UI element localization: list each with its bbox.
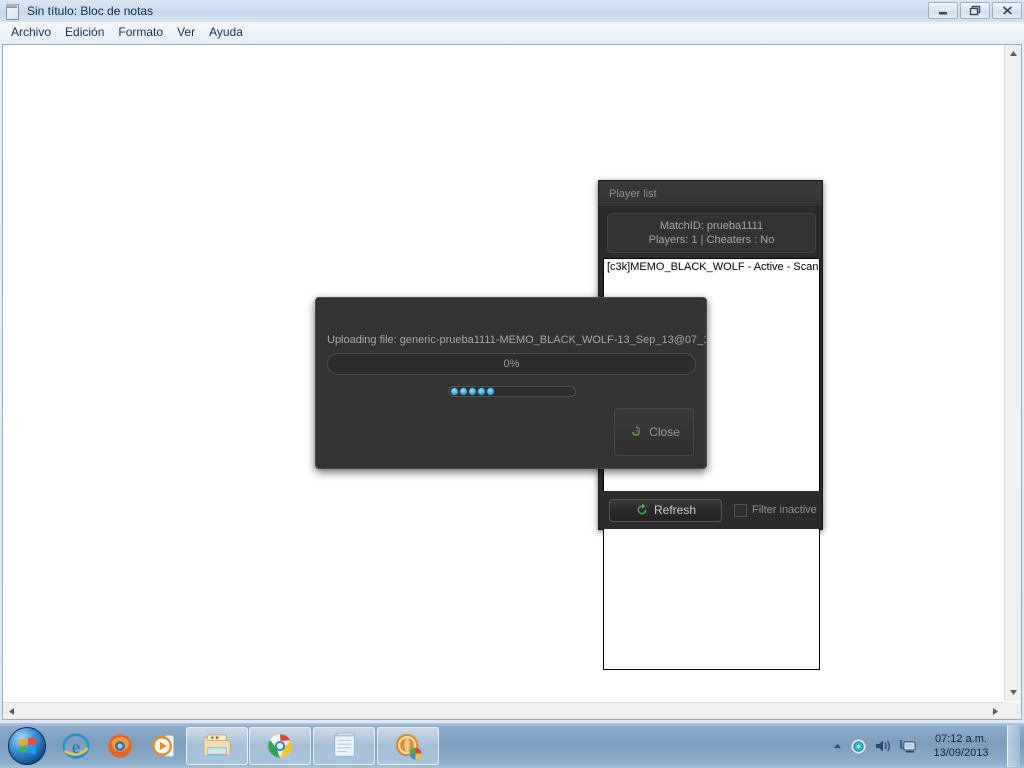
volume-icon[interactable] [874,738,892,754]
vertical-scrollbar[interactable] [1004,45,1021,701]
menu-item-archivo[interactable]: Archivo [4,23,58,41]
players-cheaters-text: Players: 1 | Cheaters : No [648,233,775,246]
upload-progress-label: 0% [503,358,520,370]
system-tray: 07:12 a.m. 13/09/2013 [832,723,1024,768]
tray-date: 13/09/2013 [933,747,989,759]
upload-dialog: Uploading file: generic-prueba1111-MEMO_… [315,297,707,469]
refresh-button-label: Refresh [653,503,697,517]
launcher-firefox[interactable] [98,726,142,766]
file-explorer-folder-icon [203,733,231,756]
scroll-left-arrow[interactable] [3,703,20,720]
notepad-menubar: Archivo Edición Formato Ver Ayuda [0,22,1024,42]
match-id-text: MatchID: prueba1111 [659,219,764,232]
chevron-left-icon [9,708,14,715]
filter-inactive-control[interactable]: Filter inactive [734,503,817,517]
notepad-titlebar[interactable]: Sin título: Bloc de notas [0,0,1024,23]
scrollbar-corner [1004,702,1021,719]
match-info-panel: MatchID: prueba1111 Players: 1 | Cheater… [607,213,816,253]
action-center-icon[interactable] [850,737,867,755]
notepad-icon [4,3,20,20]
marquee-dots [450,387,495,396]
upload-marquee-bar [448,386,576,397]
close-icon [1002,6,1012,15]
filter-inactive-checkbox[interactable] [734,503,747,517]
chevron-right-icon [993,708,998,715]
menu-item-formato[interactable]: Formato [111,23,170,41]
player-list-title: Player list [609,187,657,200]
marquee-dot [468,387,477,396]
minimize-button[interactable] [928,2,958,19]
scroll-right-arrow[interactable] [987,703,1004,720]
svg-text:e: e [72,737,80,758]
upload-progress-bar: 0% [327,353,696,375]
show-hidden-icons-button[interactable] [832,742,843,750]
browser-app-icon [395,733,422,760]
minimize-icon [939,11,947,14]
start-button[interactable] [0,724,54,768]
firefox-icon [108,733,132,758]
notepad-title-text: Sin título: Bloc de notas [27,4,154,18]
marquee-dot [459,387,468,396]
network-icon[interactable] [899,738,917,754]
marquee-dot [450,387,459,396]
internet-explorer-icon: e [62,732,90,759]
marquee-dot [486,387,495,396]
windows-start-orb-icon [8,726,46,765]
launcher-windows-media-player[interactable] [142,726,186,766]
menu-item-edicion[interactable]: Edición [58,23,111,41]
restore-button[interactable] [960,2,990,19]
marquee-dot [477,387,486,396]
refresh-button[interactable]: Refresh [609,498,722,522]
tray-clock[interactable]: 07:12 a.m. 13/09/2013 [924,732,998,760]
show-desktop-button[interactable] [1007,725,1020,767]
close-button-titlebar[interactable] [992,2,1022,19]
notepad-window-icon [333,731,355,757]
chrome-icon [268,733,292,758]
tray-time: 07:12 a.m. [935,733,987,745]
menu-item-ayuda[interactable]: Ayuda [202,23,250,41]
launcher-internet-explorer[interactable]: e [54,726,98,766]
taskbar-task-chrome[interactable] [249,726,311,765]
taskbar: e 07:12 a.m. 13/09/2013 [0,722,1024,768]
menu-item-ver[interactable]: Ver [170,23,202,41]
chevron-up-icon [1010,51,1017,56]
scroll-up-arrow[interactable] [1005,45,1022,62]
chevron-down-icon [1010,690,1017,695]
horizontal-scrollbar[interactable] [3,702,1004,719]
upload-status-text: Uploading file: generic-prueba1111-MEMO_… [327,334,707,346]
launcher-file-explorer[interactable] [186,726,248,765]
taskbar-task-notepad[interactable] [313,726,375,765]
windows-logo-icon [18,736,36,755]
close-button-label: Close [649,425,680,439]
list-item[interactable]: [c3k]MEMO_BLACK_WOLF - Active - Scan [604,259,819,273]
chevron-up-icon [834,744,841,748]
scroll-down-arrow[interactable] [1005,684,1022,701]
window-controls [928,2,1022,19]
filter-inactive-label: Filter inactive [752,504,817,516]
close-button[interactable]: Close [614,408,694,456]
green-circular-arrow-icon [632,425,641,436]
taskbar-task-browser-app[interactable] [377,726,439,765]
player-list-footer: Refresh Filter inactive [599,491,822,529]
player-list-titlebar[interactable]: Player list [599,181,822,207]
windows-media-player-icon [152,734,174,757]
refresh-circular-arrow-icon [637,503,647,515]
restore-icon [969,5,981,16]
